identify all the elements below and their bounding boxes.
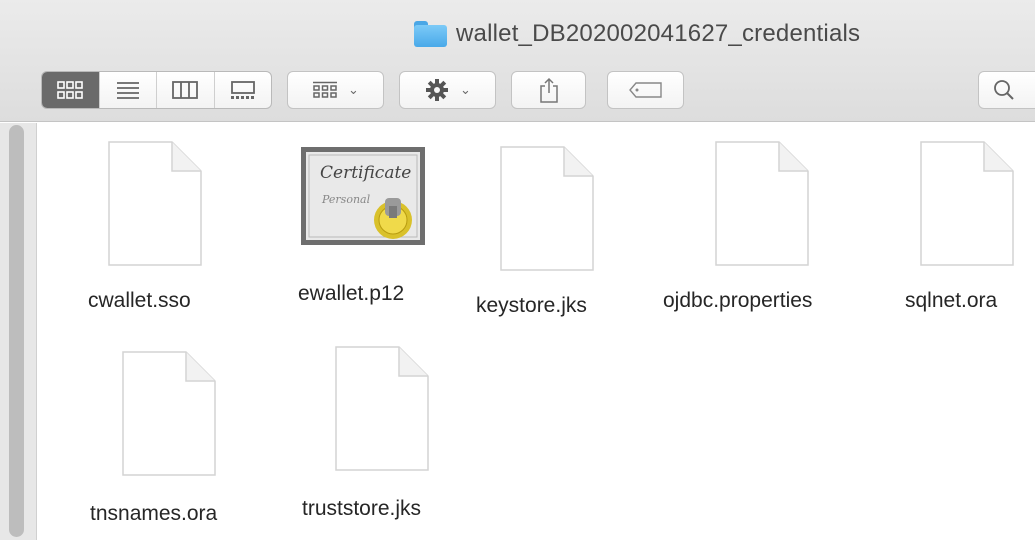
- column-view-button[interactable]: [157, 72, 215, 108]
- icon-view-button[interactable]: [42, 72, 100, 108]
- window-title: wallet_DB202002041627_credentials: [414, 19, 860, 49]
- search-field[interactable]: [978, 71, 1035, 109]
- gallery-view-icon: [230, 81, 255, 99]
- list-view-button[interactable]: [100, 72, 157, 108]
- document-icon: [500, 146, 594, 271]
- document-icon: [108, 141, 202, 266]
- action-button[interactable]: ⌄: [399, 71, 496, 109]
- sidebar-divider: [36, 123, 37, 540]
- folder-icon: [414, 21, 447, 47]
- share-button[interactable]: [511, 71, 586, 109]
- certificate-title: Certificate: [320, 163, 411, 183]
- document-icon: [715, 141, 809, 266]
- column-view-icon: [172, 81, 199, 99]
- finder-toolbar: wallet_DB202002041627_credentials ⌄ ⌄: [0, 0, 1035, 122]
- document-icon: [920, 141, 1014, 266]
- chevron-down-icon: ⌄: [348, 82, 359, 97]
- file-name: truststore.jks: [302, 497, 422, 520]
- view-mode-control: [41, 71, 272, 109]
- gear-icon: [426, 79, 449, 101]
- certificate-subtitle: Personal: [321, 193, 371, 206]
- file-name: tnsnames.ora: [90, 502, 218, 525]
- share-icon: [539, 77, 558, 103]
- file-name: cwallet.sso: [88, 289, 191, 312]
- window-title-text: wallet_DB202002041627_credentials: [456, 20, 861, 47]
- gallery-view-button[interactable]: [215, 72, 272, 108]
- file-name: ewallet.p12: [298, 282, 405, 305]
- group-icon: [313, 81, 338, 98]
- document-icon: [335, 346, 429, 471]
- file-name: keystore.jks: [476, 294, 587, 317]
- search-icon: [994, 80, 1014, 100]
- tag-icon: [628, 82, 662, 98]
- list-view-icon: [116, 82, 139, 99]
- chevron-down-icon: ⌄: [460, 82, 471, 97]
- icon-view-icon: [57, 81, 84, 99]
- tag-button[interactable]: [607, 71, 684, 109]
- file-name: ojdbc.properties: [663, 289, 813, 312]
- file-name: sqlnet.ora: [905, 289, 998, 312]
- group-button[interactable]: ⌄: [287, 71, 384, 109]
- document-icon: [122, 351, 216, 476]
- certificate-icon: Certificate Personal: [301, 147, 425, 245]
- scrollbar-thumb[interactable]: [9, 125, 24, 537]
